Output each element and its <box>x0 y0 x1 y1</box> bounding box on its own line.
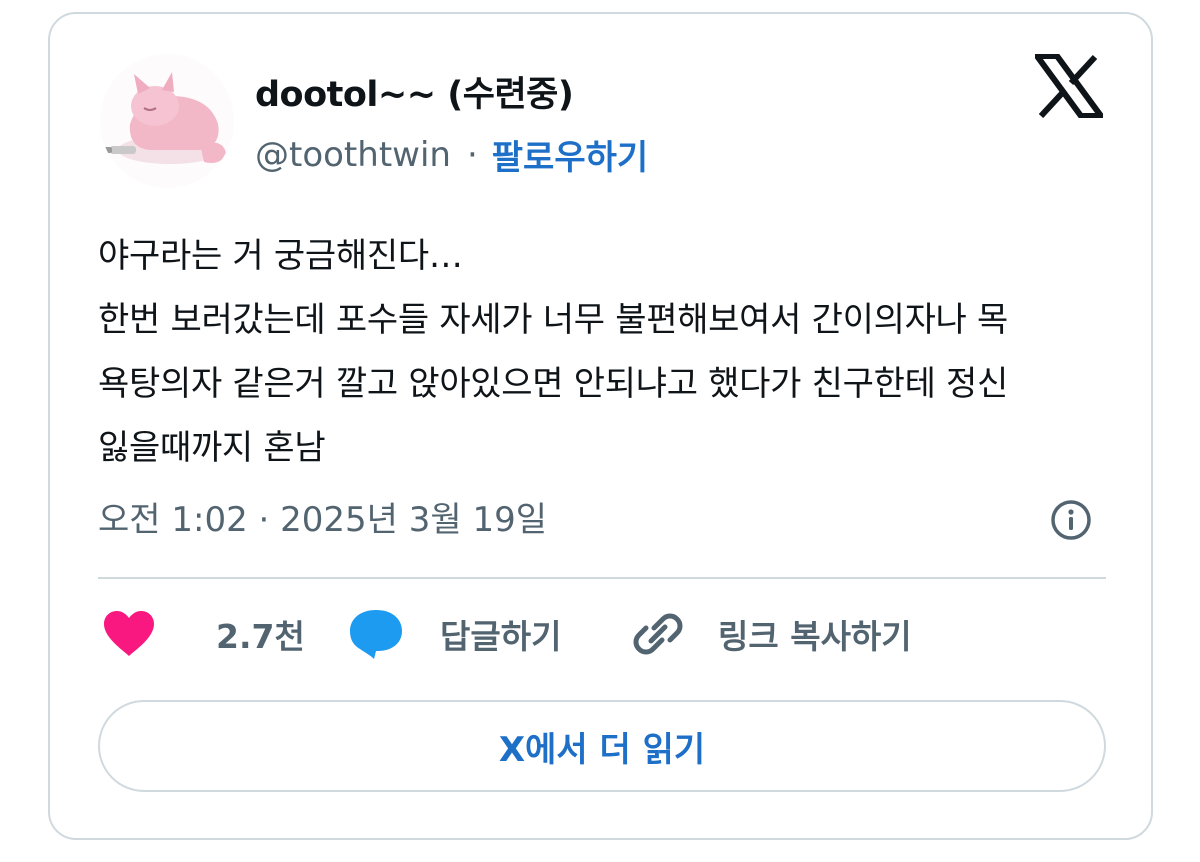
like-button[interactable]: 2.7천 <box>102 604 305 664</box>
tweet-text: 야구라는 거 궁금해진다… 한번 보러갔는데 포수들 자세가 너무 불편해보여서… <box>98 224 1108 480</box>
tweet-line: 욕탕의자 같은거 깔고 앉아있으면 안되냐고 했다가 친구한테 정신 <box>98 364 1009 404</box>
separator-dot: · <box>466 134 478 175</box>
divider <box>98 577 1106 579</box>
follow-button[interactable]: 팔로우하기 <box>492 130 648 179</box>
handle-row: @toothtwin · 팔로우하기 <box>255 130 648 179</box>
display-name[interactable]: dootol~~ (수련중) <box>255 66 574 117</box>
tweet-embed-card: dootol~~ (수련중) @toothtwin · 팔로우하기 야구라는 거… <box>48 12 1153 840</box>
avatar-image <box>100 54 234 188</box>
copy-link-button[interactable]: 링크 복사하기 <box>630 604 912 664</box>
speech-bubble-icon <box>350 610 402 659</box>
tweet-timestamp[interactable]: 오전 1:02 · 2025년 3월 19일 <box>98 492 547 541</box>
x-logo-icon[interactable] <box>1031 53 1107 119</box>
tweet-line: 잃을때까지 혼남 <box>98 428 326 468</box>
reply-button[interactable]: 답글하기 <box>348 604 561 664</box>
info-icon[interactable] <box>1050 499 1092 541</box>
tweet-line: 한번 보러갔는데 포수들 자세가 너무 불편해보여서 간이의자나 목 <box>98 300 1009 340</box>
link-icon <box>633 613 683 655</box>
copy-link-label: 링크 복사하기 <box>718 617 912 656</box>
tweet-line: 야구라는 거 궁금해진다… <box>98 236 463 276</box>
heart-icon <box>104 611 154 656</box>
read-more-button[interactable]: X에서 더 읽기 <box>98 700 1106 792</box>
user-handle[interactable]: @toothtwin <box>255 135 451 175</box>
reply-label: 답글하기 <box>440 617 562 656</box>
avatar[interactable] <box>100 54 234 188</box>
like-count: 2.7천 <box>216 617 305 656</box>
